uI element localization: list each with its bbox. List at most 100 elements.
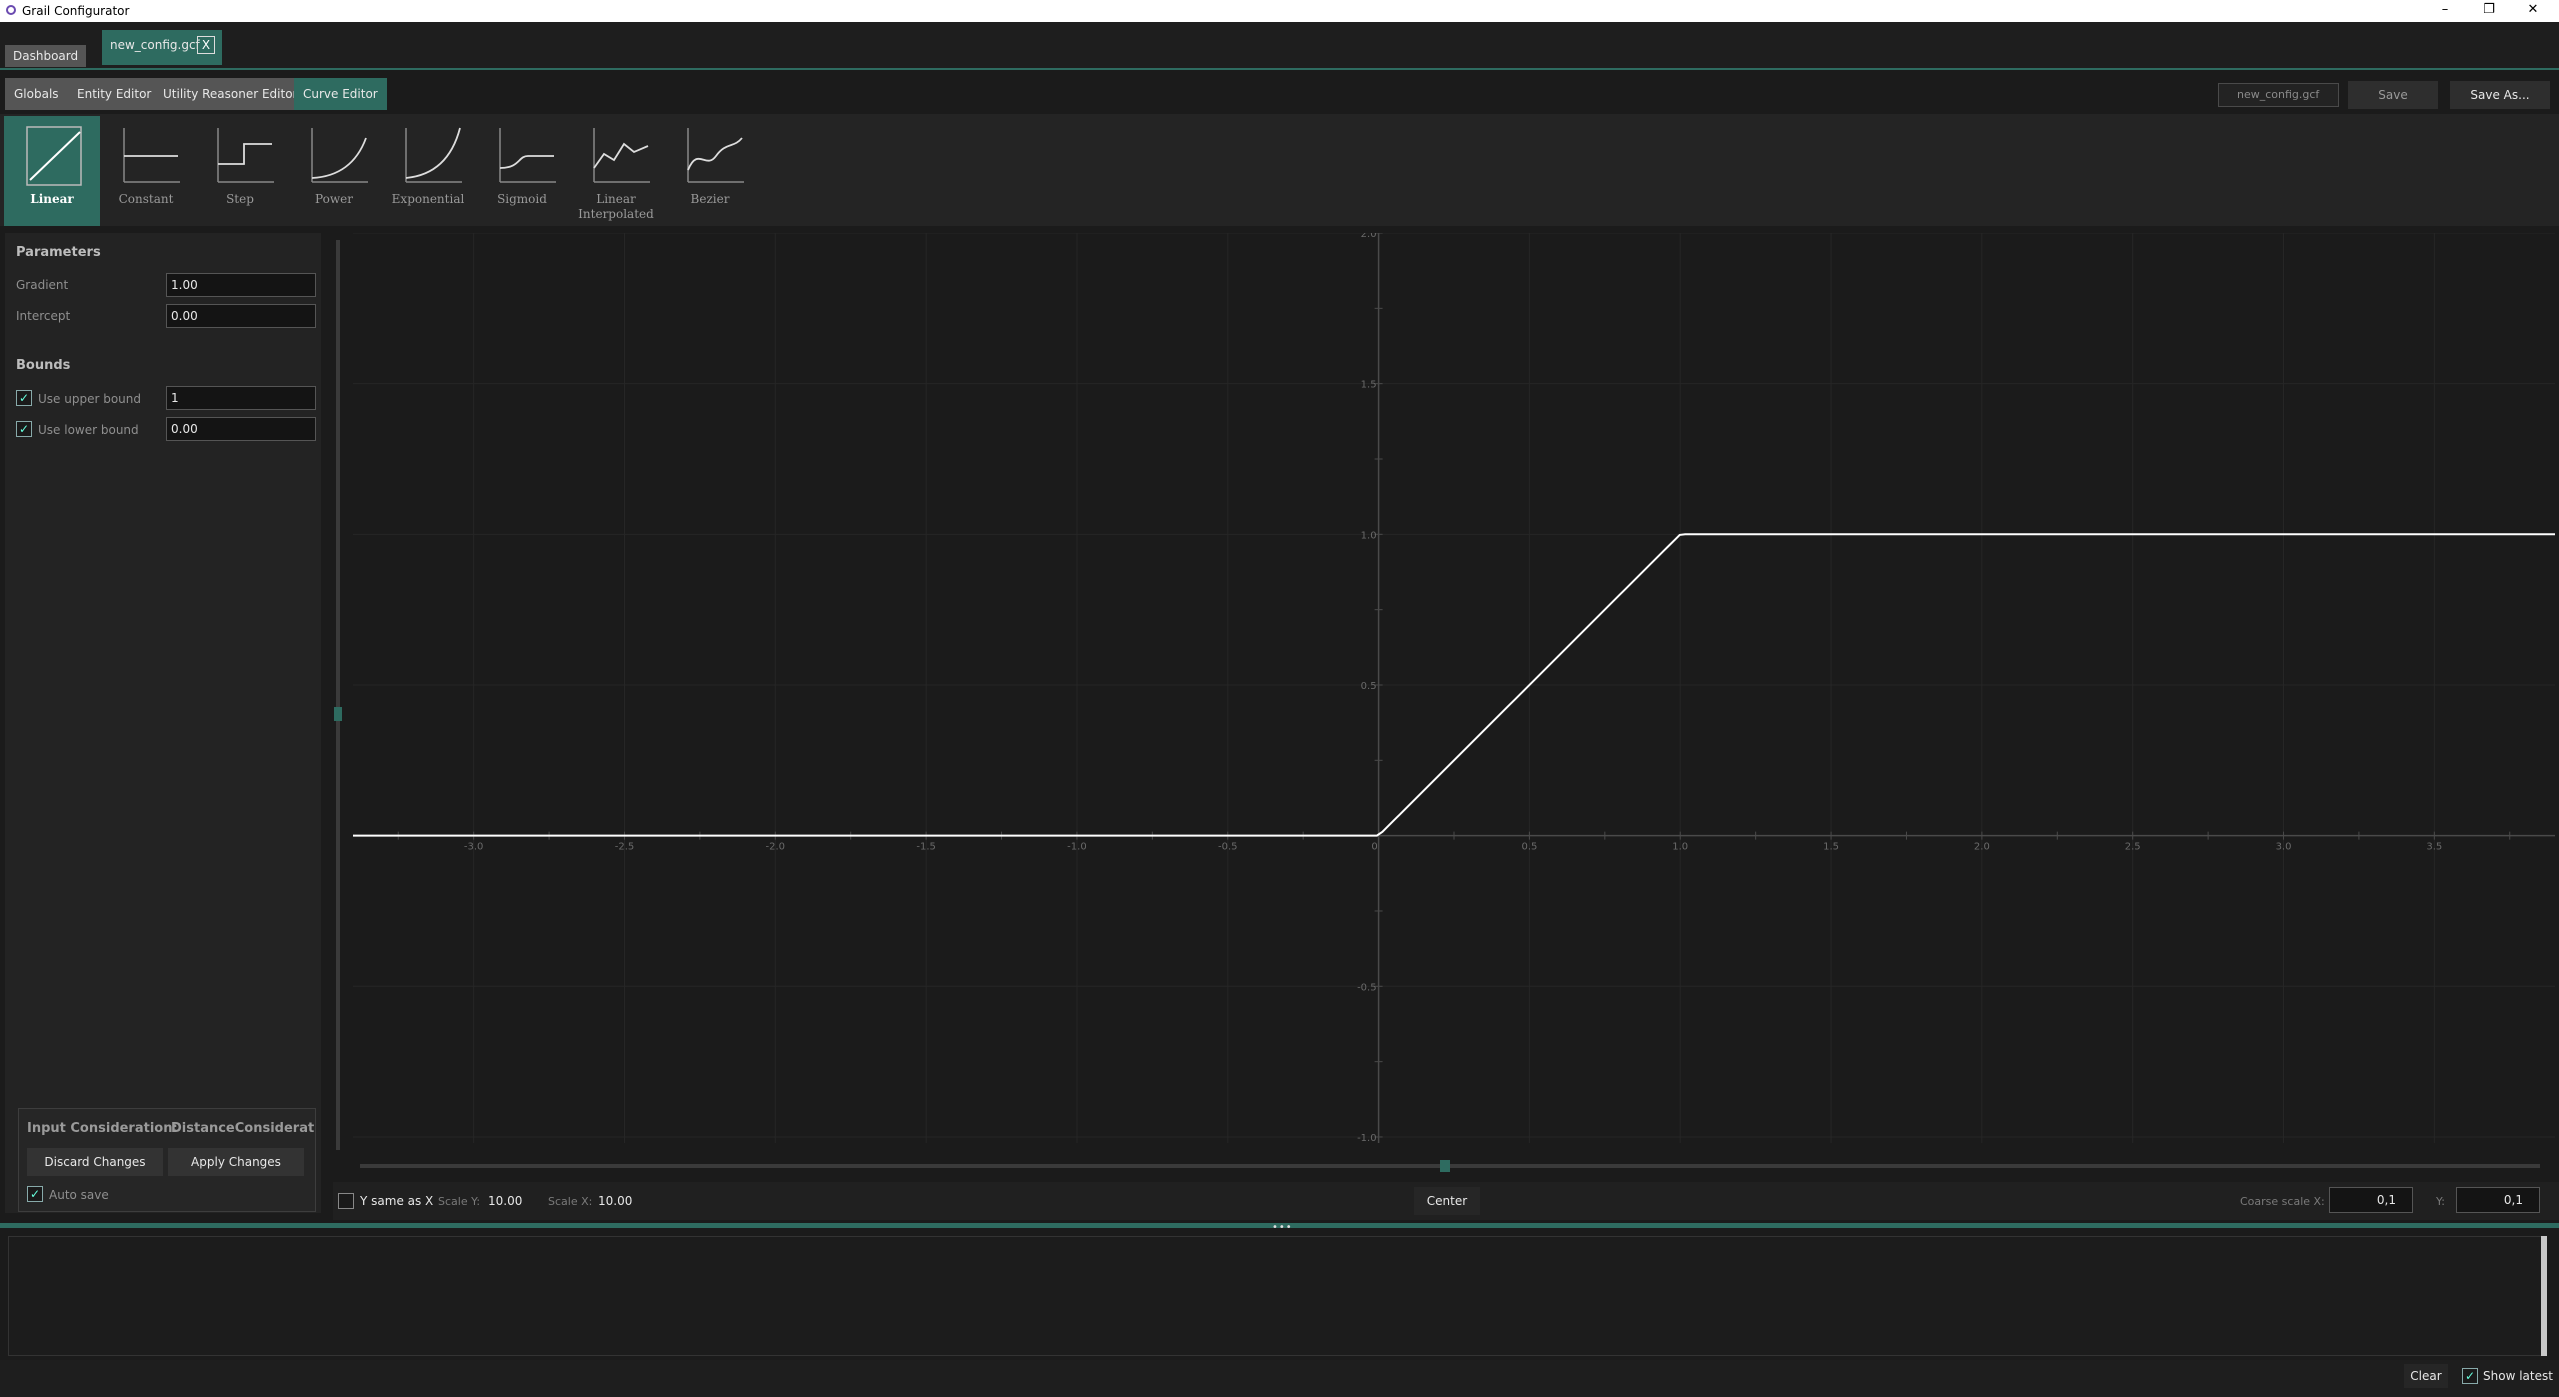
clear-log-button[interactable]: Clear [2404, 1364, 2448, 1388]
save-as-button[interactable]: Save As... [2450, 81, 2550, 109]
curve-type-linear[interactable]: Linear [4, 116, 100, 226]
curve-type-label-line2: Interpolated [578, 207, 654, 221]
intercept-label: Intercept [16, 309, 71, 323]
y-same-as-x-label: Y same as X [360, 1194, 434, 1208]
constant-curve-icon [123, 128, 180, 183]
y-same-as-x-checkbox[interactable] [338, 1193, 354, 1209]
x-tick-label: -1.0 [1067, 842, 1087, 853]
tab-new-config-label: new_config.gcf [110, 38, 200, 52]
vertical-pan-slider[interactable] [336, 240, 340, 1150]
discard-changes-button[interactable]: Discard Changes [27, 1148, 163, 1176]
power-curve-icon [311, 128, 368, 183]
curve-type-label: Step [226, 192, 254, 206]
x-tick-label: -1.5 [916, 842, 936, 853]
restore-button[interactable]: ❐ [2466, 0, 2512, 22]
curve-type-constant[interactable]: Constant [98, 116, 194, 226]
curve-type-bezier[interactable]: Bezier [662, 116, 758, 226]
file-name-input[interactable]: new_config.gcf [2218, 83, 2339, 107]
linear-interpolated-curve-icon [593, 128, 650, 183]
curve-type-label: Linear [30, 192, 74, 206]
curve-type-exponential[interactable]: Exponential [380, 116, 476, 226]
y-tick-label: -0.5 [1357, 982, 1377, 993]
curve-type-label: Sigmoid [497, 192, 547, 206]
curve-type-label: Bezier [690, 192, 730, 206]
tab-globals[interactable]: Globals [5, 78, 68, 110]
y-tick-label: -1.0 [1357, 1133, 1377, 1144]
vertical-pan-handle[interactable] [334, 707, 342, 721]
coarse-scale-y-label: Y: [2436, 1195, 2445, 1208]
horizontal-pan-handle[interactable] [1440, 1160, 1450, 1172]
linear-curve-icon [26, 126, 82, 186]
minimize-button[interactable]: – [2422, 0, 2468, 22]
curve-parameters-panel [5, 233, 321, 1213]
scale-x-value: 10.00 [598, 1194, 633, 1208]
tab-utility-reasoner-editor[interactable]: Utility Reasoner Editor [154, 78, 307, 110]
gradient-input[interactable]: 1.00 [166, 273, 316, 297]
x-tick-label: 2.5 [2125, 842, 2141, 853]
y-tick-label: 2.0 [1361, 233, 1377, 240]
x-tick-label: -0.5 [1218, 842, 1238, 853]
tab-entity-editor[interactable]: Entity Editor [68, 78, 161, 110]
x-tick-label: -2.0 [766, 842, 786, 853]
save-button[interactable]: Save [2348, 81, 2438, 109]
intercept-input[interactable]: 0.00 [166, 304, 316, 328]
consideration-name: DistanceConsideration [171, 1121, 315, 1136]
curve-type-label: Constant [118, 192, 174, 206]
log-output[interactable] [8, 1236, 2542, 1356]
curve-graph[interactable]: -3.0 -2.5 -2.0 -1.5 -1.0 -0.5 0 0.5 1.0 1.5 2.0 2.5… [333, 229, 2559, 1153]
upper-bound-label: Use upper bound [38, 392, 141, 406]
bezier-curve-icon [687, 128, 744, 183]
parameters-heading: Parameters [16, 245, 101, 260]
coarse-scale-x-label: Coarse scale X: [2240, 1195, 2325, 1208]
curve-type-linear-interpolated[interactable]: Linear Interpolated [568, 116, 664, 226]
splitter-grip-icon[interactable]: ••• [1272, 1222, 1293, 1233]
log-footer [0, 1360, 2559, 1397]
title-bar: Grail Configurator – ❐ ✕ [0, 0, 2559, 22]
curve-type-label: Linear [596, 192, 636, 206]
auto-save-label: Auto save [49, 1188, 109, 1202]
scale-x-label: Scale X: [548, 1195, 593, 1208]
curve-type-step[interactable]: Step [192, 116, 288, 226]
x-tick-label: 3.5 [2426, 842, 2442, 853]
document-tab-bar [0, 22, 2559, 70]
tab-dashboard[interactable]: Dashboard [5, 45, 87, 67]
curve-type-label: Power [315, 192, 353, 206]
coarse-scale-x-spinner[interactable]: 0,1 [2329, 1187, 2413, 1213]
x-tick-label: -3.0 [464, 842, 484, 853]
scale-y-value: 10.00 [488, 1194, 523, 1208]
x-tick-label: 1.5 [1823, 842, 1839, 853]
lower-bound-label: Use lower bound [38, 423, 139, 437]
auto-save-checkbox[interactable]: ✓ [27, 1186, 43, 1202]
app-logo-icon [6, 5, 16, 15]
curve-type-power[interactable]: Power [286, 116, 382, 226]
apply-changes-button[interactable]: Apply Changes [168, 1148, 304, 1176]
sigmoid-curve-icon [499, 128, 556, 183]
log-scrollbar[interactable] [2541, 1236, 2547, 1356]
lower-bound-checkbox[interactable]: ✓ [16, 421, 32, 437]
y-tick-label: 1.5 [1361, 380, 1377, 391]
center-button[interactable]: Center [1414, 1187, 1480, 1215]
curve-type-label: Exponential [391, 192, 465, 206]
y-tick-label: 1.0 [1361, 530, 1377, 541]
horizontal-pan-slider[interactable] [360, 1164, 2540, 1168]
tab-underline [0, 68, 2559, 70]
curve-type-sigmoid[interactable]: Sigmoid [474, 116, 570, 226]
coarse-scale-y-spinner[interactable]: 0,1 [2456, 1187, 2540, 1213]
y-tick-label: 0.5 [1361, 681, 1377, 692]
x-tick-label: 3.0 [2276, 842, 2292, 853]
lower-bound-input[interactable]: 0.00 [166, 417, 316, 441]
gradient-label: Gradient [16, 278, 69, 292]
tab-curve-editor[interactable]: Curve Editor [294, 78, 387, 110]
upper-bound-input[interactable]: 1 [166, 386, 316, 410]
exponential-curve-icon [405, 127, 462, 183]
close-tab-button[interactable]: X [197, 36, 215, 54]
x-tick-label: 1.0 [1672, 842, 1688, 853]
upper-bound-checkbox[interactable]: ✓ [16, 390, 32, 406]
curve-graph-area[interactable]: -3.0 -2.5 -2.0 -1.5 -1.0 -0.5 0 0.5 1.0 1.5 2.0 2.5… [333, 229, 2559, 1153]
close-window-button[interactable]: ✕ [2510, 0, 2556, 22]
show-latest-checkbox[interactable]: ✓ [2462, 1368, 2478, 1384]
x-tick-label: -2.5 [615, 842, 635, 853]
scale-y-label: Scale Y: [438, 1195, 481, 1208]
step-curve-icon [217, 128, 274, 183]
bounds-heading: Bounds [16, 358, 71, 373]
